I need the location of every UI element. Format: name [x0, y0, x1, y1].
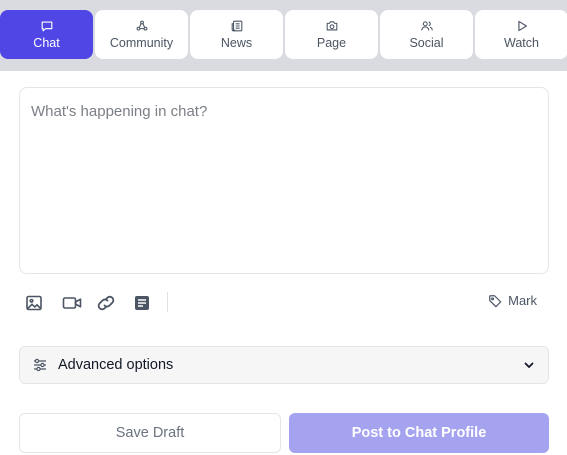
- add-link-button[interactable]: [94, 291, 118, 315]
- camera-icon: [326, 21, 337, 31]
- community-icon: [136, 20, 147, 31]
- note-icon: [135, 296, 149, 310]
- add-note-button[interactable]: [130, 291, 154, 315]
- tab-bar: Chat Community News Page Social Watch: [0, 0, 567, 71]
- tab-label: Chat: [33, 36, 60, 50]
- mark-button[interactable]: Mark: [488, 293, 537, 308]
- news-icon: [231, 20, 242, 32]
- save-draft-button[interactable]: Save Draft: [19, 413, 281, 453]
- advanced-options-toggle[interactable]: Advanced options: [19, 346, 549, 384]
- tab-label: Community: [109, 36, 174, 50]
- post-button[interactable]: Post to Chat Profile: [289, 413, 549, 453]
- tag-icon: [489, 294, 502, 307]
- tab-label: Page: [316, 36, 347, 50]
- add-image-button[interactable]: [22, 291, 46, 315]
- tab-chat[interactable]: Chat: [0, 10, 93, 59]
- mark-label: Mark: [508, 293, 537, 308]
- tab-community[interactable]: Community: [95, 10, 188, 59]
- tab-social[interactable]: Social: [380, 10, 473, 59]
- toolbar-divider: [167, 292, 168, 312]
- tab-page[interactable]: Page: [285, 10, 378, 59]
- add-video-button[interactable]: [58, 291, 86, 315]
- post-input[interactable]: [20, 88, 548, 273]
- chat-icon: [41, 21, 52, 32]
- image-icon: [26, 295, 42, 311]
- users-icon: [420, 21, 433, 31]
- post-composer: [19, 87, 549, 274]
- tab-news[interactable]: News: [190, 10, 283, 59]
- video-icon: [62, 297, 82, 309]
- sliders-icon: [34, 358, 46, 372]
- composer-toolbar: Mark: [19, 288, 549, 316]
- play-icon: [517, 20, 527, 32]
- tab-label: News: [220, 36, 253, 50]
- tab-label: Watch: [504, 36, 539, 50]
- tab-watch[interactable]: Watch: [475, 10, 567, 59]
- tab-label: Social: [409, 36, 444, 50]
- advanced-options-label: Advanced options: [58, 357, 174, 373]
- chevron-down-icon: [524, 362, 534, 368]
- link-icon: [97, 295, 115, 311]
